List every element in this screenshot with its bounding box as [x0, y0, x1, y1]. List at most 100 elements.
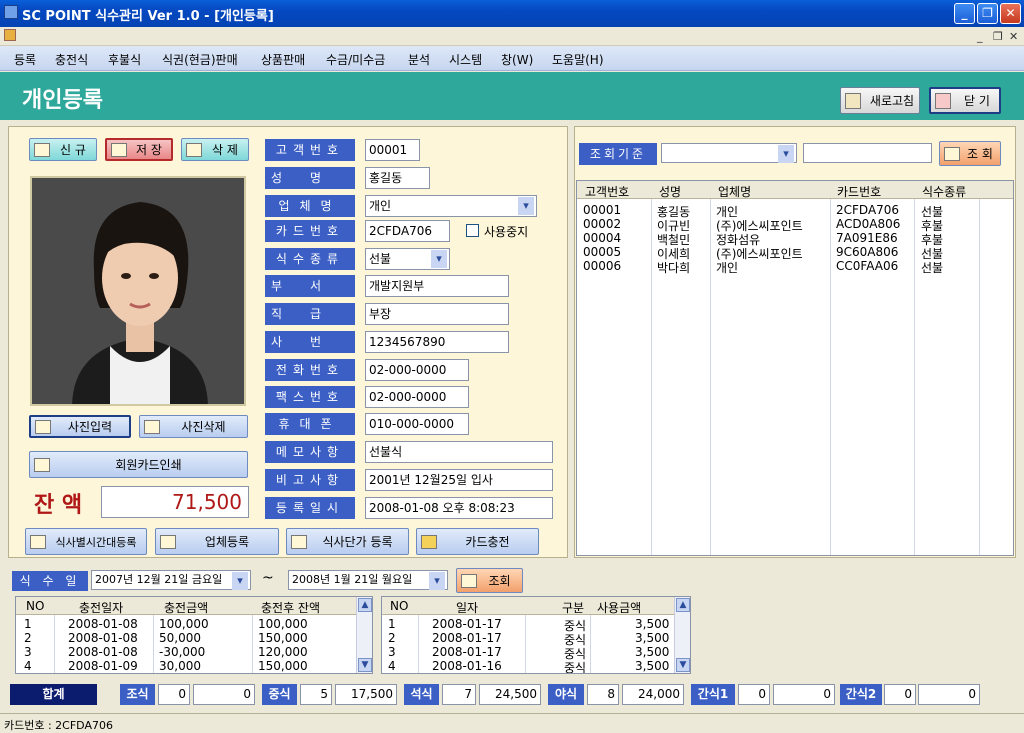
child-close-icon[interactable]: ✕ [1009, 30, 1018, 43]
mobile-label: 휴대폰 [265, 413, 355, 435]
date-search-button[interactable]: 조회 [456, 568, 523, 593]
criteria-select[interactable] [661, 143, 797, 163]
search-icon [944, 146, 960, 161]
snack1-amount: 0 [773, 684, 835, 705]
emp-no-field[interactable]: 1234567890 [365, 331, 509, 353]
child-minimize-icon[interactable]: _ [977, 30, 983, 43]
restore-button[interactable]: ❐ [977, 3, 998, 24]
mobile-field[interactable]: 010-000-0000 [365, 413, 469, 435]
fax-field[interactable]: 02-000-0000 [365, 386, 469, 408]
card-no-field[interactable]: 2CFDA706 [365, 220, 450, 242]
close-window-button[interactable]: ✕ [1000, 3, 1021, 24]
col-divider [418, 615, 419, 673]
menu-product-sales[interactable]: 상품판매 [261, 51, 305, 68]
new-button[interactable]: 신 규 [29, 138, 97, 161]
meal-type-label: 식수종류 [265, 248, 355, 270]
new-icon [34, 142, 50, 157]
menu-collection[interactable]: 수금/미수금 [326, 51, 385, 68]
date-to-select[interactable]: 2008년 1월 21일 월요일 [288, 570, 448, 590]
close-form-button[interactable]: 닫 기 [929, 87, 1001, 114]
menu-help[interactable]: 도움말(H) [552, 51, 604, 68]
mdi-bar: _ ❐ ✕ [0, 27, 1024, 46]
suspend-checkbox[interactable] [466, 224, 479, 237]
col-name: 성명 [659, 185, 682, 199]
lunch-label: 중식 [262, 684, 297, 705]
col-meal-type: 식수종류 [922, 185, 967, 199]
cell: 00002 [583, 217, 622, 231]
col-divider [651, 199, 652, 555]
cell: 100,000 [159, 617, 209, 631]
scroll-down-icon[interactable]: ▼ [676, 658, 690, 672]
delete-button[interactable]: 삭 제 [181, 138, 249, 161]
memo-field[interactable]: 선불식 [365, 441, 553, 463]
cell: 00004 [583, 231, 622, 245]
cell: 박다희 [657, 261, 691, 275]
scroll-up-icon[interactable]: ▲ [358, 598, 372, 612]
col-company: 업체명 [718, 185, 752, 199]
col-divider [54, 615, 55, 673]
col-divider [590, 615, 591, 673]
charge-history-grid[interactable]: NO 충전일자 충전금액 충전후 잔액 1 2008-01-08 100,000… [15, 596, 373, 674]
snack2-count: 0 [884, 684, 916, 705]
charge-grid-scrollbar[interactable]: ▲ ▼ [356, 597, 372, 673]
cell: 2008-01-08 [68, 631, 138, 645]
col-charge-amount: 충전금액 [164, 601, 209, 615]
meal-price-register-button[interactable]: 식사단가 등록 [286, 528, 409, 555]
photo-input-button[interactable]: 사진입력 [29, 415, 131, 438]
menu-postpaid[interactable]: 후불식 [108, 51, 141, 68]
col-divider [710, 199, 711, 555]
name-field[interactable]: 홍길동 [365, 167, 430, 189]
emp-no-label: 사번 [265, 331, 355, 353]
cell: 2 [24, 631, 32, 645]
remarks-field[interactable]: 2001년 12월25일 입사 [365, 469, 553, 491]
date-from-select[interactable]: 2007년 12월 21일 금요일 [91, 570, 251, 590]
customer-list-grid[interactable]: 고객번호 성명 업체명 카드번호 식수종류 00001 홍길동 개인 2CFDA… [576, 180, 1014, 556]
refresh-button[interactable]: 새로고침 [840, 87, 920, 114]
usage-history-grid[interactable]: NO 일자 구분 사용금액 1 2008-01-17 중식 3,500 2 20… [381, 596, 691, 674]
company-icon [160, 534, 176, 549]
rank-field[interactable]: 부장 [365, 303, 509, 325]
status-text: 카드번호 : 2CFDA706 [4, 719, 113, 732]
menu-ticket-sales[interactable]: 식권(현금)판매 [162, 51, 238, 68]
child-restore-icon[interactable]: ❐ [993, 30, 1003, 43]
app-icon [4, 5, 18, 19]
close-icon [935, 92, 951, 109]
cell: 00005 [583, 245, 622, 259]
dept-field[interactable]: 개발지원부 [365, 275, 509, 297]
col-date: 일자 [456, 601, 479, 615]
menu-window[interactable]: 창(W) [501, 51, 533, 68]
search-keyword-input[interactable] [803, 143, 932, 163]
cell: 2CFDA706 [836, 203, 900, 217]
company-select[interactable]: 개인 [365, 195, 537, 217]
menu-analysis[interactable]: 분석 [408, 51, 430, 68]
col-no: NO [26, 599, 45, 613]
menu-register[interactable]: 등록 [14, 51, 36, 68]
snack1-label: 간식1 [691, 684, 735, 705]
scroll-up-icon[interactable]: ▲ [676, 598, 690, 612]
cell: 3,500 [635, 631, 670, 645]
customer-no-field[interactable]: 00001 [365, 139, 420, 161]
menu-prepaid[interactable]: 충전식 [55, 51, 88, 68]
usage-grid-scrollbar[interactable]: ▲ ▼ [674, 597, 690, 673]
cell: 2008-01-17 [432, 631, 502, 645]
cell: 3,500 [635, 645, 670, 659]
reg-date-field[interactable]: 2008-01-08 오후 8:08:23 [365, 497, 553, 519]
search-button[interactable]: 조 회 [939, 141, 1001, 166]
print-member-card-button[interactable]: 회원카드인쇄 [29, 451, 248, 478]
col-divider [830, 199, 831, 555]
scroll-down-icon[interactable]: ▼ [358, 658, 372, 672]
save-button[interactable]: 저 장 [105, 138, 173, 161]
total-label: 합계 [10, 684, 97, 705]
cell: 00006 [583, 259, 622, 273]
dinner-count: 7 [442, 684, 476, 705]
phone-field[interactable]: 02-000-0000 [365, 359, 469, 381]
company-register-button[interactable]: 업체등록 [155, 528, 279, 555]
meal-time-register-button[interactable]: 식사별시간대등록 [25, 528, 147, 555]
cell: 00001 [583, 203, 622, 217]
photo-delete-button[interactable]: 사진삭제 [139, 415, 248, 438]
menu-system[interactable]: 시스템 [449, 51, 482, 68]
reg-date-label: 등록일시 [265, 497, 355, 519]
minimize-button[interactable]: _ [954, 3, 975, 24]
meal-type-select[interactable]: 선불 [365, 248, 450, 270]
card-charge-button[interactable]: 카드충전 [416, 528, 539, 555]
